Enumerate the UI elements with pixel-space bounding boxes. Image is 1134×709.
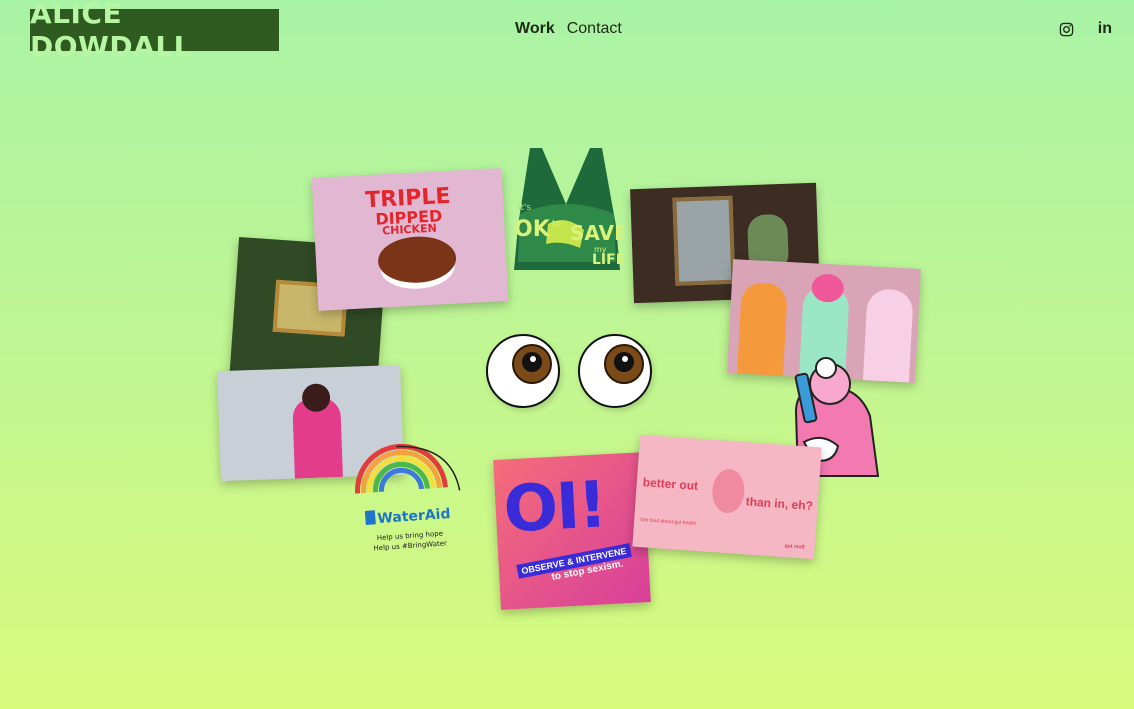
linkedin-icon[interactable]: in: [1098, 20, 1112, 38]
better-out-text: better out: [642, 475, 699, 493]
chicken-title: TRIPLE DIPPED CHICKEN: [364, 183, 452, 238]
oi-heading: OI!: [501, 468, 608, 548]
main-nav: Work Contact: [515, 20, 622, 38]
site-logo[interactable]: ALICE DOWDALL: [30, 0, 279, 63]
than-in-text: than in, eh?: [745, 494, 814, 513]
right-eye-icon: [578, 334, 652, 408]
puffin-frame: [672, 195, 736, 286]
svg-text:OK: OK: [514, 217, 551, 242]
instagram-icon[interactable]: [1059, 22, 1074, 37]
nav-work[interactable]: Work: [515, 20, 555, 38]
nav-contact[interactable]: Contact: [567, 20, 622, 38]
svg-text:it's: it's: [518, 203, 532, 213]
gut-health-caption: Get loud about gut health: [639, 517, 697, 527]
svg-text:to: to: [552, 219, 562, 229]
gut-stuff-logo: gut stuff: [784, 543, 805, 551]
svg-text:SAVE: SAVE: [570, 221, 624, 245]
svg-text:WaterAid: WaterAid: [377, 506, 451, 527]
svg-text:LIFE: LIFE: [592, 252, 624, 268]
project-tile-sports-bra[interactable]: it's OK to SAVE my LIFE: [508, 144, 624, 274]
project-tile-chicken[interactable]: TRIPLE DIPPED CHICKEN: [311, 168, 509, 311]
project-tile-oi[interactable]: OI! OBSERVE & INTERVENE to stop sexism.: [493, 452, 651, 610]
social-links: in: [1059, 20, 1112, 38]
googly-eyes: [486, 334, 652, 408]
left-eye-icon: [486, 334, 560, 408]
project-tile-wateraid[interactable]: WaterAid Help us bring hope Help us #Bri…: [346, 434, 468, 560]
chicken-image: [376, 234, 458, 285]
project-tile-gut-stuff[interactable]: better out than in, eh? Get loud about g…: [632, 434, 822, 560]
gut-illustration: [710, 468, 746, 515]
